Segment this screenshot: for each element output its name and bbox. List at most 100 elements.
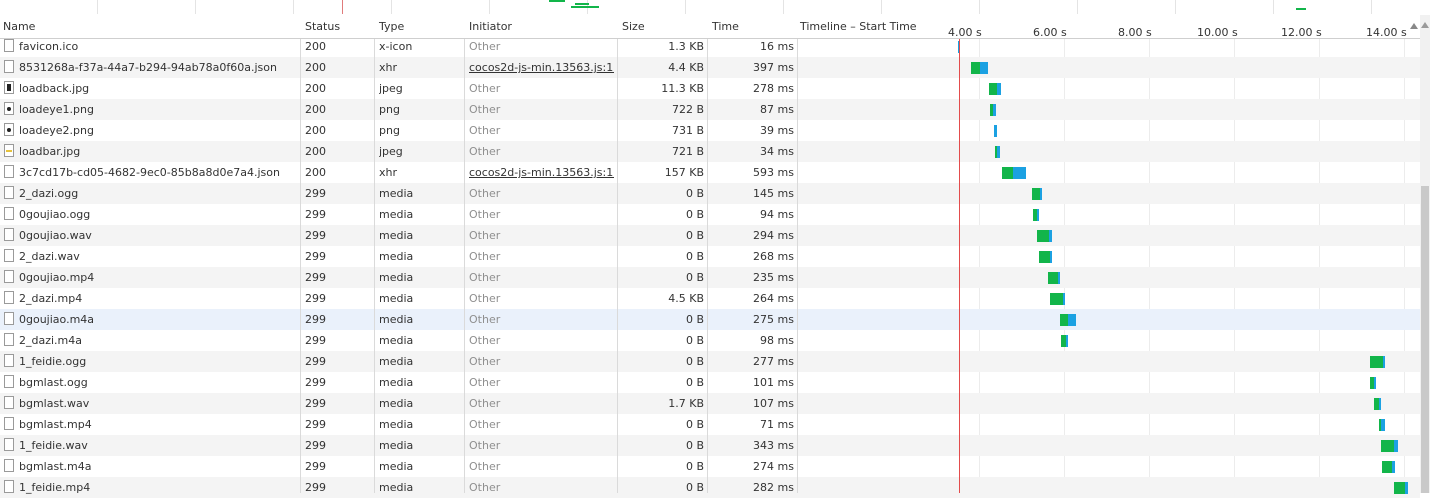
- header-time[interactable]: Time: [712, 15, 739, 38]
- table-row[interactable]: bgmlast.m4a 299 media Other 0 B 274 ms: [0, 456, 1420, 477]
- sort-ascending-icon[interactable]: [1410, 23, 1418, 29]
- table-row[interactable]: 1_feidie.ogg 299 media Other 0 B 277 ms: [0, 351, 1420, 372]
- table-row[interactable]: 0goujiao.ogg 299 media Other 0 B 94 ms: [0, 204, 1420, 225]
- timing-bar[interactable]: [1050, 293, 1065, 305]
- cell-type: media: [379, 376, 414, 389]
- table-row[interactable]: 8531268a-f37a-44a7-b294-94ab78a0f60a.jso…: [0, 57, 1420, 78]
- table-row[interactable]: 0goujiao.wav 299 media Other 0 B 294 ms: [0, 225, 1420, 246]
- cell-size: 0 B: [685, 187, 704, 200]
- overview-strip[interactable]: [0, 0, 1430, 14]
- column-divider[interactable]: [374, 15, 375, 493]
- table-row[interactable]: 1_feidie.wav 299 media Other 0 B 343 ms: [0, 435, 1420, 456]
- cell-name[interactable]: bgmlast.m4a: [19, 456, 297, 477]
- cell-type: media: [379, 313, 414, 326]
- cell-name[interactable]: favicon.ico: [19, 36, 297, 57]
- file-icon: [4, 165, 14, 178]
- header-initiator[interactable]: Initiator: [469, 15, 512, 38]
- cell-name[interactable]: 1_feidie.ogg: [19, 351, 297, 372]
- cell-name[interactable]: bgmlast.mp4: [19, 414, 297, 435]
- timing-bar[interactable]: [1001, 167, 1027, 179]
- header-size[interactable]: Size: [622, 15, 645, 38]
- header-timeline[interactable]: Timeline – Start Time: [800, 15, 917, 38]
- cell-name[interactable]: 3c7cd17b-cd05-4682-9ec0-85b8a8d0e7a4.jso…: [19, 162, 297, 183]
- cell-name[interactable]: loadback.jpg: [19, 78, 297, 99]
- timing-bar-receiving: [1037, 209, 1040, 221]
- column-divider[interactable]: [707, 15, 708, 493]
- table-row[interactable]: 2_dazi.m4a 299 media Other 0 B 98 ms: [0, 330, 1420, 351]
- table-row[interactable]: 1_feidie.mp4 299 media Other 0 B 282 ms: [0, 477, 1420, 498]
- scrollbar-thumb[interactable]: [1421, 186, 1429, 493]
- overview-grid-line: [293, 0, 294, 14]
- table-row[interactable]: favicon.ico 200 x-icon Other 1.3 KB 16 ms: [0, 36, 1420, 57]
- cell-name[interactable]: 1_feidie.mp4: [19, 477, 297, 498]
- column-divider[interactable]: [300, 15, 301, 493]
- timing-bar[interactable]: [1061, 335, 1069, 347]
- cell-size: 0 B: [685, 460, 704, 473]
- timing-bar[interactable]: [1370, 377, 1377, 389]
- cell-name[interactable]: bgmlast.wav: [19, 393, 297, 414]
- table-row[interactable]: 0goujiao.mp4 299 media Other 0 B 235 ms: [0, 267, 1420, 288]
- cell-name[interactable]: bgmlast.ogg: [19, 372, 297, 393]
- timing-bar[interactable]: [988, 83, 1001, 95]
- cell-status: 299: [305, 229, 326, 242]
- overview-grid-line: [979, 0, 980, 14]
- timing-bar[interactable]: [993, 125, 999, 137]
- cell-name[interactable]: 2_dazi.m4a: [19, 330, 297, 351]
- table-row[interactable]: 2_dazi.ogg 299 media Other 0 B 145 ms: [0, 183, 1420, 204]
- cell-name[interactable]: 2_dazi.wav: [19, 246, 297, 267]
- table-row[interactable]: loadeye1.png 200 png Other 722 B 87 ms: [0, 99, 1420, 120]
- table-row[interactable]: loadeye2.png 200 png Other 731 B 39 ms: [0, 120, 1420, 141]
- column-divider[interactable]: [464, 15, 465, 493]
- cell-name[interactable]: loadeye2.png: [19, 120, 297, 141]
- cell-name[interactable]: 0goujiao.mp4: [19, 267, 297, 288]
- table-row[interactable]: bgmlast.ogg 299 media Other 0 B 101 ms: [0, 372, 1420, 393]
- file-icon: [4, 375, 14, 388]
- timing-bar[interactable]: [1036, 230, 1052, 242]
- cell-name[interactable]: loadeye1.png: [19, 99, 297, 120]
- timing-bar[interactable]: [971, 62, 989, 74]
- timing-bar[interactable]: [990, 104, 996, 116]
- column-divider[interactable]: [617, 15, 618, 493]
- timing-bar[interactable]: [1374, 398, 1381, 410]
- table-row[interactable]: 2_dazi.wav 299 media Other 0 B 268 ms: [0, 246, 1420, 267]
- cell-name[interactable]: 2_dazi.ogg: [19, 183, 297, 204]
- header-name[interactable]: Name: [3, 15, 35, 38]
- timing-bar[interactable]: [1393, 482, 1409, 494]
- cell-name[interactable]: 1_feidie.wav: [19, 435, 297, 456]
- header-status[interactable]: Status: [305, 15, 340, 38]
- column-divider[interactable]: [797, 15, 798, 493]
- cell-name[interactable]: 2_dazi.mp4: [19, 288, 297, 309]
- timing-bar[interactable]: [1370, 356, 1385, 368]
- timing-bar[interactable]: [1048, 272, 1061, 284]
- timing-bar[interactable]: [1033, 209, 1040, 221]
- cell-name[interactable]: 0goujiao.ogg: [19, 204, 297, 225]
- cell-name[interactable]: 0goujiao.wav: [19, 225, 297, 246]
- cell-name[interactable]: 0goujiao.m4a: [19, 309, 297, 330]
- table-row[interactable]: loadback.jpg 200 jpeg Other 11.3 KB 278 ms: [0, 78, 1420, 99]
- cell-initiator[interactable]: cocos2d-js-min.13563.js:17: [469, 57, 614, 78]
- file-icon: [4, 354, 14, 367]
- table-row[interactable]: bgmlast.mp4 299 media Other 0 B 71 ms: [0, 414, 1420, 435]
- cell-name[interactable]: 8531268a-f37a-44a7-b294-94ab78a0f60a.jso…: [19, 57, 297, 78]
- timing-bar[interactable]: [1059, 314, 1077, 326]
- header-type[interactable]: Type: [379, 15, 404, 38]
- timing-bar[interactable]: [994, 146, 1000, 158]
- scroll-up-arrow-icon[interactable]: [1421, 22, 1429, 28]
- timing-bar[interactable]: [1378, 419, 1385, 431]
- timing-bar-waiting: [1050, 293, 1063, 305]
- table-row[interactable]: 3c7cd17b-cd05-4682-9ec0-85b8a8d0e7a4.jso…: [0, 162, 1420, 183]
- table-row[interactable]: 0goujiao.m4a 299 media Other 0 B 275 ms: [0, 309, 1420, 330]
- table-row[interactable]: 2_dazi.mp4 299 media Other 4.5 KB 264 ms: [0, 288, 1420, 309]
- timeline-tick: 10.00 s: [1197, 26, 1238, 39]
- table-row[interactable]: loadbar.jpg 200 jpeg Other 721 B 34 ms: [0, 141, 1420, 162]
- timing-bar-receiving: [1374, 377, 1377, 389]
- timing-bar[interactable]: [1380, 440, 1398, 452]
- timing-bar[interactable]: [1381, 461, 1396, 473]
- timing-bar[interactable]: [1032, 188, 1043, 200]
- overview-grid-line: [1273, 0, 1274, 14]
- cell-initiator[interactable]: cocos2d-js-min.13563.js:17: [469, 162, 614, 183]
- cell-name[interactable]: loadbar.jpg: [19, 141, 297, 162]
- table-row[interactable]: bgmlast.wav 299 media Other 1.7 KB 107 ms: [0, 393, 1420, 414]
- timing-bar[interactable]: [1038, 251, 1053, 263]
- cell-status: 299: [305, 397, 326, 410]
